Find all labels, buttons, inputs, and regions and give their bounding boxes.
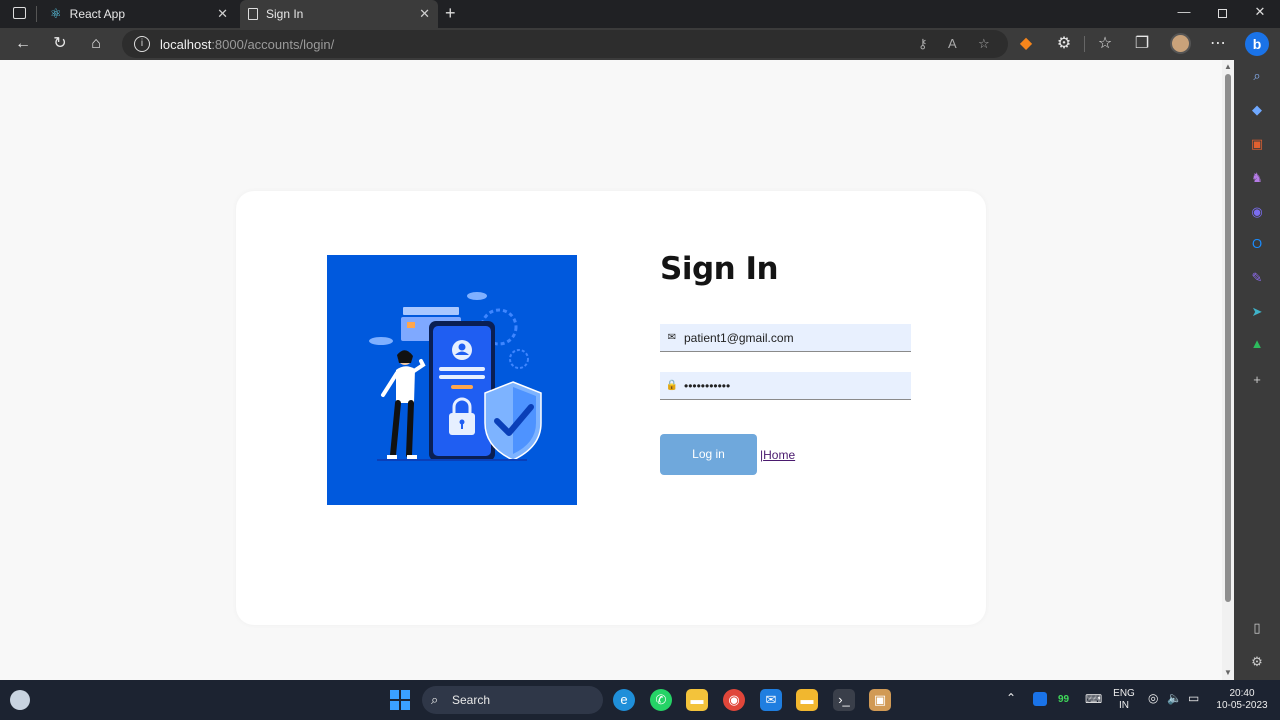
- tab-label: React App: [69, 7, 126, 21]
- lock-icon: 🔒: [665, 380, 679, 391]
- tab-separator: [36, 6, 37, 22]
- close-tab-icon[interactable]: ✕: [419, 6, 430, 22]
- key-icon[interactable]: ⚷: [918, 36, 928, 52]
- address-bar[interactable]: i localhost:8000/accounts/login/ ⚷ A ☆: [122, 30, 1008, 58]
- email-input[interactable]: [684, 330, 904, 345]
- package-icon[interactable]: ▣: [869, 689, 891, 711]
- more-icon[interactable]: ⋯: [1208, 34, 1228, 54]
- search-label: Search: [452, 693, 491, 707]
- page-title: Sign In: [660, 251, 779, 287]
- designer-icon[interactable]: ✎: [1249, 270, 1265, 286]
- edge-sidebar: b ⌕ ◆ ▣ ♞ ◉ O ✎ ➤ ▲ + ▯ ⚙: [1234, 28, 1280, 680]
- volume-icon[interactable]: 🔈: [1167, 692, 1182, 704]
- home-link-label[interactable]: Home: [763, 448, 795, 462]
- terminal-icon[interactable]: ›_: [833, 689, 855, 711]
- login-form: Sign In ✉ 🔒 Log in |Home: [660, 251, 920, 475]
- badge-count: 99: [1058, 694, 1070, 705]
- scroll-up-icon[interactable]: ▲: [1224, 62, 1232, 71]
- tray-chevron-icon[interactable]: ⌃: [1006, 692, 1016, 704]
- whatsapp-icon[interactable]: ✆: [650, 689, 672, 711]
- tab-react-app[interactable]: ⚛ React App ✕: [40, 0, 236, 28]
- back-icon[interactable]: ←: [13, 34, 33, 54]
- weather-icon[interactable]: [10, 690, 30, 710]
- favorites-icon[interactable]: ☆: [1095, 34, 1115, 54]
- clock[interactable]: 20:40 10-05-2023: [1212, 688, 1272, 712]
- search-icon: ⌕: [431, 692, 439, 707]
- bing-icon[interactable]: b: [1245, 32, 1269, 56]
- tab-actions-icon[interactable]: [13, 7, 26, 19]
- envelope-icon: ✉: [667, 332, 677, 343]
- start-icon[interactable]: [390, 690, 410, 710]
- home-link[interactable]: |Home: [760, 448, 795, 462]
- settings-icon[interactable]: ⚙: [1249, 654, 1265, 670]
- search-icon[interactable]: ⌕: [1249, 68, 1265, 84]
- keyboard-icon[interactable]: ⌨: [1085, 693, 1102, 705]
- profile-avatar[interactable]: [1170, 33, 1191, 54]
- taskbar: ⌕ Search e ✆ ▬ ◉ ✉ ▬ ›_ ▣ ⌃ 99 ⌨ ENG IN …: [0, 680, 1280, 720]
- read-aloud-icon[interactable]: A: [948, 36, 957, 51]
- network-icon[interactable]: ◎: [1148, 692, 1158, 704]
- home-icon[interactable]: ⌂: [86, 34, 106, 54]
- login-button[interactable]: Log in: [660, 434, 757, 475]
- browser-toolbar: ← ↻ ⌂ i localhost:8000/accounts/login/ ⚷…: [0, 28, 1280, 60]
- language-indicator[interactable]: ENG IN: [1112, 688, 1136, 712]
- defender-icon[interactable]: [1033, 692, 1047, 706]
- tab-bar: ⚛ React App ✕ Sign In ✕ + — ✕: [0, 0, 1280, 28]
- tree-icon[interactable]: ▲: [1249, 336, 1265, 352]
- send-icon[interactable]: ➤: [1249, 304, 1265, 320]
- taskbar-search[interactable]: ⌕ Search: [422, 686, 603, 714]
- microsoft365-icon[interactable]: ◉: [1249, 204, 1265, 220]
- toolbar-divider: [1084, 36, 1085, 52]
- edge-icon[interactable]: e: [613, 689, 635, 711]
- info-icon[interactable]: i: [134, 36, 150, 52]
- metamask-icon[interactable]: ◆: [1016, 34, 1036, 54]
- scroll-thumb[interactable]: [1225, 74, 1231, 602]
- tab-sign-in[interactable]: Sign In ✕: [240, 0, 438, 28]
- extensions-icon[interactable]: ⚙: [1054, 34, 1074, 54]
- scroll-down-icon[interactable]: ▼: [1224, 668, 1232, 677]
- close-tab-icon[interactable]: ✕: [217, 6, 228, 22]
- refresh-icon[interactable]: ↻: [50, 34, 70, 54]
- minimize-icon[interactable]: —: [1174, 4, 1194, 19]
- page-icon: [248, 8, 258, 20]
- shopping-icon[interactable]: ◆: [1249, 102, 1265, 118]
- folder-icon[interactable]: ▬: [796, 689, 818, 711]
- url-text[interactable]: localhost:8000/accounts/login/: [160, 37, 334, 52]
- collections-icon[interactable]: ❐: [1132, 34, 1152, 54]
- mail-icon[interactable]: ✉: [760, 689, 782, 711]
- games-icon[interactable]: ♞: [1249, 170, 1265, 186]
- vertical-scrollbar[interactable]: ▲ ▼: [1222, 60, 1234, 680]
- password-input[interactable]: [684, 378, 904, 393]
- email-field[interactable]: ✉: [660, 324, 911, 352]
- close-window-icon[interactable]: ✕: [1250, 4, 1270, 20]
- add-icon[interactable]: +: [1249, 372, 1265, 388]
- login-card: Sign In ✉ 🔒 Log in |Home: [236, 191, 986, 625]
- tab-label: Sign In: [266, 7, 304, 21]
- chrome-icon[interactable]: ◉: [723, 689, 745, 711]
- security-illustration: [327, 255, 577, 505]
- maximize-icon[interactable]: [1212, 6, 1232, 21]
- page-viewport: Sign In ✉ 🔒 Log in |Home: [0, 60, 1222, 680]
- favorite-add-icon[interactable]: ☆: [978, 36, 990, 52]
- password-field[interactable]: 🔒: [660, 372, 911, 400]
- file-explorer-icon[interactable]: ▬: [686, 689, 708, 711]
- outlook-icon[interactable]: O: [1249, 236, 1265, 252]
- sidebar-toggle-icon[interactable]: ▯: [1249, 620, 1265, 636]
- tools-icon[interactable]: ▣: [1249, 136, 1265, 152]
- new-tab-icon[interactable]: +: [445, 3, 456, 24]
- react-icon: ⚛: [50, 6, 62, 21]
- battery-icon[interactable]: ▭: [1188, 692, 1199, 704]
